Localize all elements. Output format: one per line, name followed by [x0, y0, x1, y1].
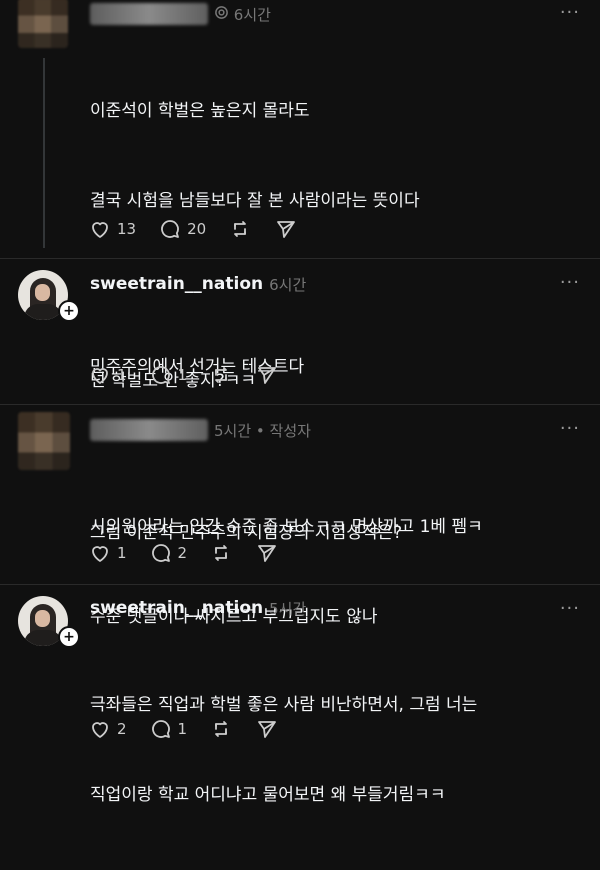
repost-icon [215, 721, 227, 737]
post-time: 5시간 • 작성자 [214, 421, 311, 440]
username[interactable]: sweetrain__nation [90, 274, 263, 294]
like-button[interactable]: 1 [88, 541, 127, 565]
comment-button[interactable]: 2 [149, 541, 188, 565]
post-2: 5시간 • 작성자 ··· 시의원이라는 인간 수준 좀 보소ㅋㅋ 면상까고 1… [0, 406, 600, 627]
post-time: 5시간 [269, 599, 307, 618]
more-options-button[interactable]: ··· [560, 418, 580, 439]
repost-button[interactable] [209, 717, 233, 741]
post-1: + sweetrain__nation 6시간 ··· 넌 학벌도 안 좋지?ㅋ… [0, 262, 600, 402]
like-count: 2 [117, 720, 127, 738]
share-button[interactable] [255, 363, 279, 387]
post-line: 결국 시험을 남들보다 잘 본 사람이라는 뜻이다 [90, 191, 420, 211]
thread-line [43, 58, 45, 248]
time-text: 6시간 [233, 5, 271, 24]
post-3: + sweetrain__nation 5시간 ··· 극좌들은 직업과 학벌 … [0, 588, 600, 805]
repost-icon [215, 367, 227, 383]
like-count: 1 [117, 544, 127, 562]
heart-icon [92, 546, 108, 562]
follow-plus-icon[interactable]: + [58, 626, 80, 648]
post-line: 시의원이라는 인간 수준 좀 보소ㅋㅋ 면상까고 1베 펨ㅋ [90, 517, 483, 537]
comment-count: 2 [177, 544, 188, 562]
follow-plus-icon[interactable]: + [58, 300, 80, 322]
share-button[interactable] [274, 217, 298, 241]
blurred-username[interactable] [90, 3, 208, 25]
comment-icon [151, 720, 170, 738]
share-button[interactable] [255, 717, 279, 741]
repost-icon [215, 545, 227, 561]
comment-button[interactable]: 20 [158, 217, 206, 241]
heart-icon [92, 722, 108, 738]
share-button[interactable] [255, 541, 279, 565]
send-icon [258, 545, 276, 562]
comment-count: 20 [187, 220, 207, 238]
post-line: 이준석이 학벌은 높은지 몰라도 [90, 101, 310, 121]
like-count: 1 [117, 366, 127, 384]
username[interactable]: sweetrain__nation [90, 598, 263, 618]
more-options-button[interactable]: ··· [560, 598, 580, 619]
comment-button[interactable]: 1 [149, 717, 188, 741]
comment-count: 1 [177, 366, 188, 384]
repost-button[interactable] [209, 363, 233, 387]
more-options-button[interactable]: ··· [560, 2, 580, 23]
comment-icon [151, 366, 170, 384]
repost-button[interactable] [209, 541, 233, 565]
comment-count: 1 [177, 720, 188, 738]
blurred-avatar[interactable] [18, 0, 68, 48]
post-0: 6시간 ··· 이준석이 학벌은 높은지 몰라도 결국 시험을 남들보다 잘 본… [0, 0, 600, 543]
repost-button[interactable] [228, 217, 252, 241]
send-icon [258, 367, 276, 384]
divider [0, 584, 600, 585]
like-button[interactable]: 1 [88, 363, 127, 387]
heart-icon [92, 368, 108, 384]
post-line: 직업이랑 학교 어디냐고 물어보면 왜 부들거림ㅋㅋ [90, 785, 446, 805]
post-text: 극좌들은 직업과 학벌 좋은 사람 비난하면서, 그럼 너는 직업이랑 학교 어… [90, 630, 477, 870]
comment-icon [161, 220, 179, 238]
send-icon [277, 221, 296, 238]
divider [0, 258, 600, 259]
send-icon [258, 721, 276, 738]
repost-icon [234, 221, 247, 237]
post-time: 6시간 [269, 275, 307, 294]
heart-icon [92, 222, 108, 238]
like-count: 13 [117, 220, 137, 238]
comment-button[interactable]: 1 [149, 363, 188, 387]
more-options-button[interactable]: ··· [560, 272, 580, 293]
blurred-avatar[interactable] [18, 412, 70, 470]
like-button[interactable]: 2 [88, 717, 127, 741]
divider [0, 404, 600, 405]
comment-icon [151, 544, 170, 562]
post-time: 6시간 [214, 4, 271, 25]
reposted-icon [214, 5, 229, 20]
like-button[interactable]: 13 [88, 217, 136, 241]
blurred-username[interactable] [90, 419, 208, 441]
